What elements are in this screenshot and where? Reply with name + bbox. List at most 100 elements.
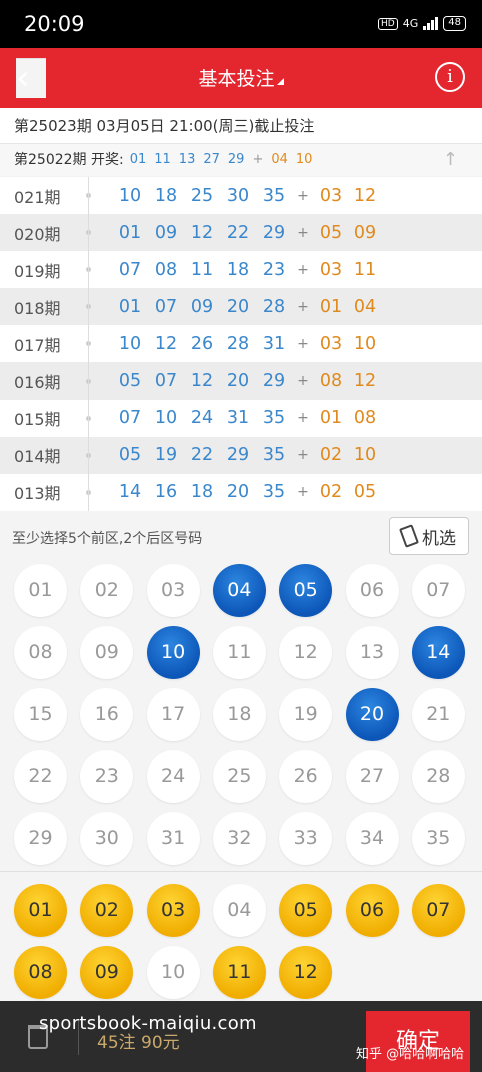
front-ball-13[interactable]: 13 [345, 626, 399, 679]
back-ball-06[interactable]: 06 [345, 884, 399, 937]
front-ball-35[interactable]: 35 [411, 812, 465, 865]
history-row: 017期 10 12 26 28 31 +03 10 [0, 325, 482, 362]
history-period: 021期 [14, 187, 61, 207]
front-ball-10[interactable]: 10 [146, 626, 200, 679]
selection-hint: 至少选择5个前区,2个后区号码 [12, 531, 203, 547]
back-ball-04[interactable]: 04 [212, 884, 266, 937]
last-draw-front: 11 [154, 152, 171, 167]
history-front-number: 31 [226, 408, 250, 429]
back-ball-03[interactable]: 03 [146, 884, 200, 937]
history-front-number: 11 [190, 259, 214, 280]
front-ball-28[interactable]: 28 [411, 750, 465, 803]
front-ball-21[interactable]: 21 [411, 688, 465, 741]
history-row: 019期 07 08 11 18 23 +03 11 [0, 251, 482, 288]
history-back-number: 05 [319, 222, 343, 243]
random-pick-button[interactable]: 机选 [389, 517, 469, 555]
front-ball-27[interactable]: 27 [345, 750, 399, 803]
collapse-arrow-icon[interactable]: ↑ [443, 144, 458, 176]
back-ball-09[interactable]: 09 [80, 946, 134, 999]
front-ball-19[interactable]: 19 [279, 688, 333, 741]
history-plus: + [297, 484, 309, 501]
history-front-number: 19 [154, 445, 178, 466]
history-front-number: 10 [154, 408, 178, 429]
history-front-number: 18 [226, 259, 250, 280]
front-ball-16[interactable]: 16 [80, 688, 134, 741]
front-zone-balls: 01 02 03 04 05 06 07 08 09 10 11 12 13 14 15 16 17 18 19 20… [0, 561, 482, 871]
history-divider [88, 177, 89, 511]
back-ball-08[interactable]: 08 [14, 946, 67, 999]
back-ball-10[interactable]: 10 [146, 946, 200, 999]
history-numbers: 07 10 24 31 35 +01 08 [112, 408, 382, 428]
front-ball-01[interactable]: 01 [14, 564, 67, 617]
front-ball-32[interactable]: 32 [212, 812, 266, 865]
history-back-number: 01 [319, 408, 343, 429]
front-ball-23[interactable]: 23 [80, 750, 134, 803]
front-ball-12[interactable]: 12 [279, 626, 333, 679]
history-front-number: 30 [226, 185, 250, 206]
history-row: 018期 01 07 09 20 28 +01 04 [0, 288, 482, 326]
last-draw-plus: + [252, 152, 264, 167]
front-ball-33[interactable]: 33 [279, 812, 333, 865]
front-ball-17[interactable]: 17 [146, 688, 200, 741]
back-ball-12[interactable]: 12 [279, 946, 333, 999]
history-front-number: 31 [262, 333, 286, 354]
front-ball-03[interactable]: 03 [146, 564, 200, 617]
front-ball-04[interactable]: 04 [212, 564, 266, 617]
history-front-number: 22 [190, 445, 214, 466]
back-ball-05[interactable]: 05 [279, 884, 333, 937]
front-ball-24[interactable]: 24 [146, 750, 200, 803]
front-ball-30[interactable]: 30 [80, 812, 134, 865]
draw-history-list: 021期 10 18 25 30 35 +03 12 020期 01 09 12 22 29 +05 09 01… [0, 177, 482, 511]
history-plus: + [297, 335, 309, 352]
history-front-number: 18 [190, 482, 214, 503]
history-plus: + [297, 187, 309, 204]
front-ball-22[interactable]: 22 [14, 750, 67, 803]
zhihu-watermark: 知乎 @哈哈啊哈哈 [356, 1047, 465, 1062]
history-back-number: 02 [319, 445, 343, 466]
history-back-number: 09 [353, 222, 377, 243]
front-ball-07[interactable]: 07 [411, 564, 465, 617]
front-ball-34[interactable]: 34 [345, 812, 399, 865]
history-front-number: 14 [118, 482, 142, 503]
front-ball-08[interactable]: 08 [14, 626, 67, 679]
front-ball-15[interactable]: 15 [14, 688, 67, 741]
info-icon[interactable]: i [435, 62, 465, 92]
front-ball-11[interactable]: 11 [212, 626, 266, 679]
history-back-number: 04 [353, 296, 377, 317]
history-back-number: 02 [319, 482, 343, 503]
back-ball-02[interactable]: 02 [80, 884, 134, 937]
front-ball-29[interactable]: 29 [14, 812, 67, 865]
history-front-number: 09 [154, 222, 178, 243]
front-ball-20[interactable]: 20 [345, 688, 399, 741]
front-ball-26[interactable]: 26 [279, 750, 333, 803]
history-numbers: 01 09 12 22 29 +05 09 [112, 223, 382, 243]
front-ball-06[interactable]: 06 [345, 564, 399, 617]
back-ball-07[interactable]: 07 [411, 884, 465, 937]
last-draw-result[interactable]: 第25022期 开奖: 01 11 13 27 29 + 04 10 ↑ [0, 144, 482, 176]
last-draw-numbers: 01 11 13 27 29 + 04 10 [130, 144, 313, 176]
front-ball-14[interactable]: 14 [411, 626, 465, 679]
confirm-button[interactable]: 确定 [366, 1011, 470, 1072]
page-title-text: 基本投注 [198, 68, 275, 90]
history-numbers: 05 07 12 20 29 +08 12 [112, 371, 382, 391]
history-numbers: 14 16 18 20 35 +02 05 [112, 482, 382, 502]
status-time: 20:09 [24, 12, 85, 36]
history-numbers: 10 18 25 30 35 +03 12 [112, 186, 382, 206]
history-front-number: 10 [118, 185, 142, 206]
history-period: 014期 [14, 447, 61, 467]
front-ball-02[interactable]: 02 [80, 564, 134, 617]
front-ball-18[interactable]: 18 [212, 688, 266, 741]
status-bar: 20:09 HD 4G 48 [0, 0, 482, 48]
history-period: 019期 [14, 261, 61, 281]
history-back-number: 12 [353, 371, 377, 392]
history-back-number: 03 [319, 333, 343, 354]
history-period: 015期 [14, 410, 61, 430]
back-ball-11[interactable]: 11 [212, 946, 266, 999]
front-ball-09[interactable]: 09 [80, 626, 134, 679]
front-ball-31[interactable]: 31 [146, 812, 200, 865]
page-title[interactable]: 基本投注 [0, 64, 482, 91]
back-ball-01[interactable]: 01 [14, 884, 67, 937]
history-front-number: 01 [118, 222, 142, 243]
front-ball-05[interactable]: 05 [279, 564, 333, 617]
front-ball-25[interactable]: 25 [212, 750, 266, 803]
